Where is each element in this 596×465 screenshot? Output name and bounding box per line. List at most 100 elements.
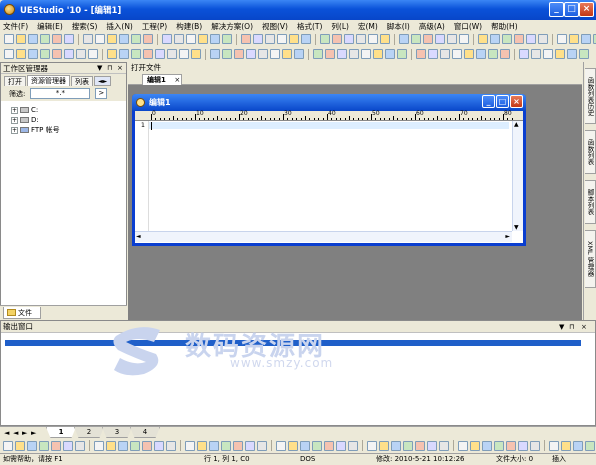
toolbar-button-icon[interactable] (257, 440, 267, 451)
last-tab-icon[interactable]: ► (31, 429, 36, 437)
toolbar-button-icon[interactable] (488, 49, 498, 59)
next-tab-icon[interactable]: ► (22, 429, 27, 437)
side-tab-script-list[interactable]: 脚本列表 (585, 180, 596, 224)
toolbar-button-icon[interactable] (270, 49, 280, 59)
toolbar-button-icon[interactable] (198, 34, 208, 44)
toolbar-button-icon[interactable] (500, 49, 510, 59)
toolbar-button-icon[interactable] (83, 34, 93, 44)
menu-help[interactable]: 帮助(H) (491, 21, 518, 32)
tree-item-ftp[interactable]: + FTP 帐号 (11, 125, 126, 135)
toolbar-button-icon[interactable] (106, 440, 116, 451)
toolbar-button-icon[interactable] (470, 440, 480, 451)
toolbar-button-icon[interactable] (258, 49, 268, 59)
toolbar-button-icon[interactable] (289, 34, 299, 44)
toolbar-button-icon[interactable] (411, 34, 421, 44)
close-tab-icon[interactable]: × (174, 76, 180, 84)
tab-explorer[interactable]: 资源管理器 (27, 75, 70, 86)
toolbar-button-icon[interactable] (526, 34, 536, 44)
toolbar-button-icon[interactable] (567, 49, 577, 59)
toolbar-button-icon[interactable] (549, 440, 559, 451)
toolbar-button-icon[interactable] (131, 34, 141, 44)
toolbar-button-icon[interactable] (403, 440, 413, 451)
tab-scroll-arrows[interactable]: ◄► (94, 76, 112, 86)
toolbar-button-icon[interactable] (399, 34, 409, 44)
expand-icon[interactable]: + (11, 106, 18, 114)
prev-tab-icon[interactable]: ◄ (13, 429, 18, 437)
toolbar-button-icon[interactable] (154, 440, 164, 451)
toolbar-button-icon[interactable] (265, 34, 275, 44)
toolbar-button-icon[interactable] (277, 34, 287, 44)
toolbar-button-icon[interactable] (557, 34, 567, 44)
toolbar-button-icon[interactable] (344, 34, 354, 44)
toolbar-button-icon[interactable] (320, 34, 330, 44)
toolbar-button-icon[interactable] (221, 440, 231, 451)
toolbar-button-icon[interactable] (119, 49, 129, 59)
toolbar-button-icon[interactable] (502, 34, 512, 44)
doc-minimize-button[interactable]: _ (482, 95, 495, 108)
toolbar-button-icon[interactable] (222, 49, 232, 59)
doc-close-button[interactable]: × (510, 95, 523, 108)
toolbar-button-icon[interactable] (332, 34, 342, 44)
toolbar-button-icon[interactable] (356, 34, 366, 44)
first-tab-icon[interactable]: ◄ (4, 429, 9, 437)
side-tab-function-history[interactable]: 函数列表历史 (585, 68, 596, 124)
toolbar-button-icon[interactable] (174, 34, 184, 44)
scroll-down-icon[interactable]: ▼ (514, 224, 519, 231)
toolbar-button-icon[interactable] (118, 440, 128, 451)
toolbar-button-icon[interactable] (397, 49, 407, 59)
toolbar-button-icon[interactable] (325, 49, 335, 59)
toolbar-button-icon[interactable] (166, 440, 176, 451)
toolbar-button-icon[interactable] (519, 49, 529, 59)
menu-format[interactable]: 格式(T) (297, 21, 322, 32)
toolbar-button-icon[interactable] (490, 34, 500, 44)
toolbar-button-icon[interactable] (16, 34, 26, 44)
toolbar-button-icon[interactable] (107, 34, 117, 44)
minimize-button[interactable]: _ (549, 2, 564, 17)
toolbar-button-icon[interactable] (313, 49, 323, 59)
toolbar-button-icon[interactable] (39, 440, 49, 451)
panel-menu-icon[interactable]: ▼ (97, 63, 102, 74)
toolbar-button-icon[interactable] (75, 440, 85, 451)
toolbar-button-icon[interactable] (143, 34, 153, 44)
toolbar-button-icon[interactable] (4, 49, 14, 59)
tree-item-d[interactable]: + D: (11, 115, 126, 125)
sheet-tab-2[interactable]: 2 (74, 427, 104, 438)
toolbar-button-icon[interactable] (478, 34, 488, 44)
toolbar-button-icon[interactable] (300, 440, 310, 451)
toolbar-button-icon[interactable] (506, 440, 516, 451)
toolbar-button-icon[interactable] (336, 440, 346, 451)
menu-search[interactable]: 搜索(S) (72, 21, 98, 32)
tab-files[interactable]: 文件 (3, 307, 41, 319)
menu-solution[interactable]: 解决方案(O) (211, 21, 253, 32)
scroll-right-icon[interactable]: ► (505, 233, 510, 240)
toolbar-button-icon[interactable] (142, 440, 152, 451)
toolbar-button-icon[interactable] (64, 34, 74, 44)
toolbar-button-icon[interactable] (276, 440, 286, 451)
tree-item-c[interactable]: + C: (11, 105, 126, 115)
menu-column[interactable]: 列(L) (331, 21, 349, 32)
toolbar-button-icon[interactable] (16, 49, 26, 59)
side-tab-xml-manager[interactable]: XML 管理器 (585, 230, 596, 288)
side-tab-function-list[interactable]: 函数列表 (585, 130, 596, 174)
output-close-icon[interactable]: × (581, 321, 587, 333)
menu-view[interactable]: 视图(V) (262, 21, 288, 32)
toolbar-button-icon[interactable] (233, 440, 243, 451)
toolbar-button-icon[interactable] (349, 49, 359, 59)
toolbar-button-icon[interactable] (415, 440, 425, 451)
toolbar-button-icon[interactable] (209, 440, 219, 451)
toolbar-button-icon[interactable] (435, 34, 445, 44)
toolbar-button-icon[interactable] (3, 440, 13, 451)
toolbar-button-icon[interactable] (191, 49, 201, 59)
toolbar-button-icon[interactable] (447, 34, 457, 44)
toolbar-button-icon[interactable] (143, 49, 153, 59)
toolbar-button-icon[interactable] (51, 440, 61, 451)
toolbar-button-icon[interactable] (464, 49, 474, 59)
output-pin-icon[interactable]: ⊓ (569, 321, 574, 333)
text-editing-area[interactable] (149, 121, 512, 231)
scroll-left-icon[interactable]: ◄ (136, 233, 141, 240)
toolbar-button-icon[interactable] (579, 49, 589, 59)
expand-icon[interactable]: + (11, 126, 18, 134)
toolbar-button-icon[interactable] (15, 440, 25, 451)
toolbar-button-icon[interactable] (569, 34, 579, 44)
toolbar-button-icon[interactable] (555, 49, 565, 59)
